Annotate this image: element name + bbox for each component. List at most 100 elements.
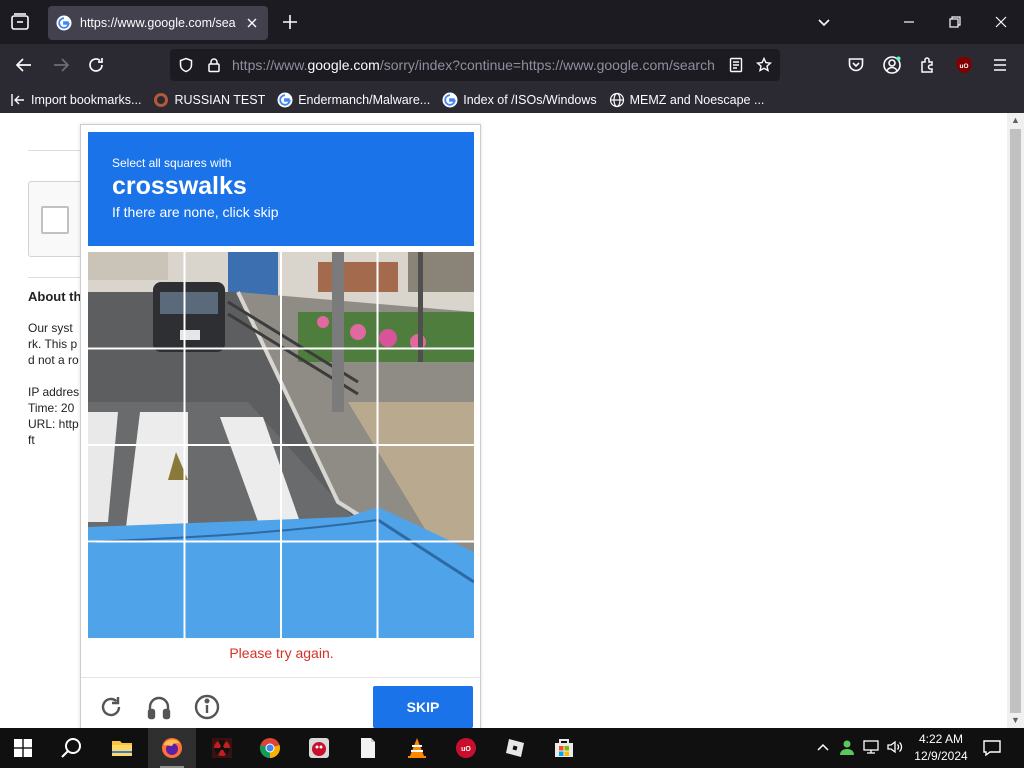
site-info-icon[interactable] [206, 57, 222, 73]
windows-taskbar: uO 4:22 AM 12/9/2024 [0, 728, 1024, 768]
grid-tile[interactable] [185, 349, 282, 446]
bookmark-label: Endermanch/Malware... [298, 92, 431, 107]
bookmark-endermanch[interactable]: Endermanch/Malware... [277, 92, 430, 108]
new-challenge-button[interactable] [97, 693, 125, 721]
firefox-icon [162, 738, 182, 758]
reader-view-icon [729, 57, 743, 73]
scroll-thumb[interactable] [1010, 129, 1021, 713]
network-status[interactable] [862, 738, 880, 756]
grid-tile[interactable] [378, 445, 475, 542]
action-center-button[interactable] [982, 738, 1002, 758]
grid-tile[interactable] [281, 349, 378, 446]
back-button[interactable] [14, 55, 34, 75]
recaptcha-challenge-popup: Select all squares with crosswalks If th… [80, 124, 482, 728]
ublock-origin-icon: uO [956, 56, 972, 74]
about-text-line: URL: http [28, 417, 79, 431]
forward-button[interactable] [51, 55, 71, 75]
lock-icon [208, 58, 220, 73]
scroll-up-icon[interactable]: ▲ [1011, 116, 1020, 125]
bookmark-russian-test[interactable]: RUSSIAN TEST [153, 92, 265, 108]
pocket-button[interactable] [846, 55, 866, 75]
help-button[interactable] [193, 693, 221, 721]
grid-tile[interactable] [281, 252, 378, 349]
list-all-tabs-button[interactable] [816, 14, 832, 30]
taskbar-microsoft-store[interactable] [540, 728, 588, 768]
skip-button[interactable]: SKIP [373, 686, 473, 728]
browser-tab[interactable]: https://www.google.com/search [48, 6, 268, 40]
scroll-down-icon[interactable]: ▼ [1011, 716, 1020, 725]
grid-tile[interactable] [185, 542, 282, 639]
bookmark-label: MEMZ and Noescape ... [629, 92, 765, 107]
grid-tile[interactable] [88, 445, 185, 542]
extensions-button[interactable] [918, 55, 938, 75]
grid-tile[interactable] [378, 252, 475, 349]
grid-tile[interactable] [88, 349, 185, 446]
url-domain: google.com [307, 57, 380, 73]
grid-tile[interactable] [185, 252, 282, 349]
svg-text:uO: uO [461, 746, 471, 753]
show-hidden-icons-button[interactable] [814, 738, 832, 756]
grid-tile[interactable] [281, 542, 378, 639]
account-button[interactable] [882, 55, 902, 75]
start-button[interactable] [14, 739, 32, 757]
about-text-line: ft [28, 433, 35, 447]
taskbar-roblox[interactable] [491, 728, 539, 768]
tab-list-icon [11, 13, 29, 30]
tracking-protection-icon[interactable] [178, 57, 194, 73]
google-favicon-icon [56, 15, 72, 31]
taskbar-file-explorer[interactable] [98, 728, 146, 768]
volume-control[interactable] [886, 738, 904, 756]
close-icon [247, 18, 257, 28]
hamburger-menu-icon [994, 59, 1006, 71]
address-bar[interactable]: https://www.google.com/sorry/index?conti… [170, 49, 780, 81]
challenge-instruction: Select all squares with [112, 156, 232, 170]
app-menu-button[interactable] [990, 55, 1010, 75]
tab-list-button[interactable] [8, 10, 32, 34]
taskbar-game-app[interactable] [295, 728, 343, 768]
taskbar-chrome[interactable] [246, 728, 294, 768]
audio-challenge-button[interactable] [145, 693, 173, 721]
vertical-scrollbar[interactable]: ▲ ▼ [1007, 113, 1024, 728]
bookmark-memz[interactable]: MEMZ and Noescape ... [609, 92, 765, 108]
close-window-button[interactable] [991, 12, 1011, 32]
chevron-down-icon [818, 19, 830, 27]
minimize-icon [904, 21, 914, 23]
reload-button[interactable] [86, 55, 106, 75]
grid-tile[interactable] [88, 252, 185, 349]
bookmark-isos-windows[interactable]: Index of /ISOs/Windows [442, 92, 597, 108]
restore-button[interactable] [945, 12, 965, 32]
grid-tile[interactable] [185, 445, 282, 542]
chrome-icon [260, 738, 280, 758]
windows-logo-icon [14, 739, 32, 757]
taskbar-radiation-app[interactable] [198, 728, 246, 768]
taskbar-clock[interactable]: 4:22 AM 12/9/2024 [910, 731, 972, 765]
svg-text:uO: uO [959, 63, 968, 70]
grid-tile[interactable] [88, 542, 185, 639]
challenge-header: Select all squares with crosswalks If th… [88, 132, 474, 246]
taskbar-search-button[interactable] [60, 736, 84, 760]
taskbar-firefox[interactable] [148, 728, 196, 768]
recaptcha-checkbox[interactable] [41, 206, 69, 234]
grid-tile[interactable] [281, 445, 378, 542]
taskbar-ublock-app[interactable]: uO [442, 728, 490, 768]
url-prefix: https://www. [232, 57, 308, 73]
bookmark-star-button[interactable] [755, 56, 773, 73]
url-text[interactable]: https://www.google.com/sorry/index?conti… [232, 57, 718, 73]
taskbar-vlc[interactable] [393, 728, 441, 768]
tab-close-button[interactable] [244, 15, 260, 31]
account-icon [883, 56, 901, 74]
tray-user-app[interactable] [838, 738, 856, 756]
bookmark-import[interactable]: Import bookmarks... [10, 92, 141, 108]
navigation-toolbar: https://www.google.com/sorry/index?conti… [0, 44, 1024, 86]
grid-tile[interactable] [378, 349, 475, 446]
reload-icon [101, 697, 121, 717]
about-heading: About th [28, 289, 82, 304]
minimize-button[interactable] [899, 12, 919, 32]
ublock-origin-button[interactable]: uO [954, 55, 974, 75]
bookmarks-toolbar: Import bookmarks... RUSSIAN TEST Enderma… [0, 86, 1024, 113]
taskbar-document[interactable] [344, 728, 392, 768]
grid-tile[interactable] [378, 542, 475, 639]
new-tab-button[interactable] [280, 12, 300, 32]
arrow-right-icon [54, 58, 70, 72]
reader-view-button[interactable] [728, 57, 744, 73]
